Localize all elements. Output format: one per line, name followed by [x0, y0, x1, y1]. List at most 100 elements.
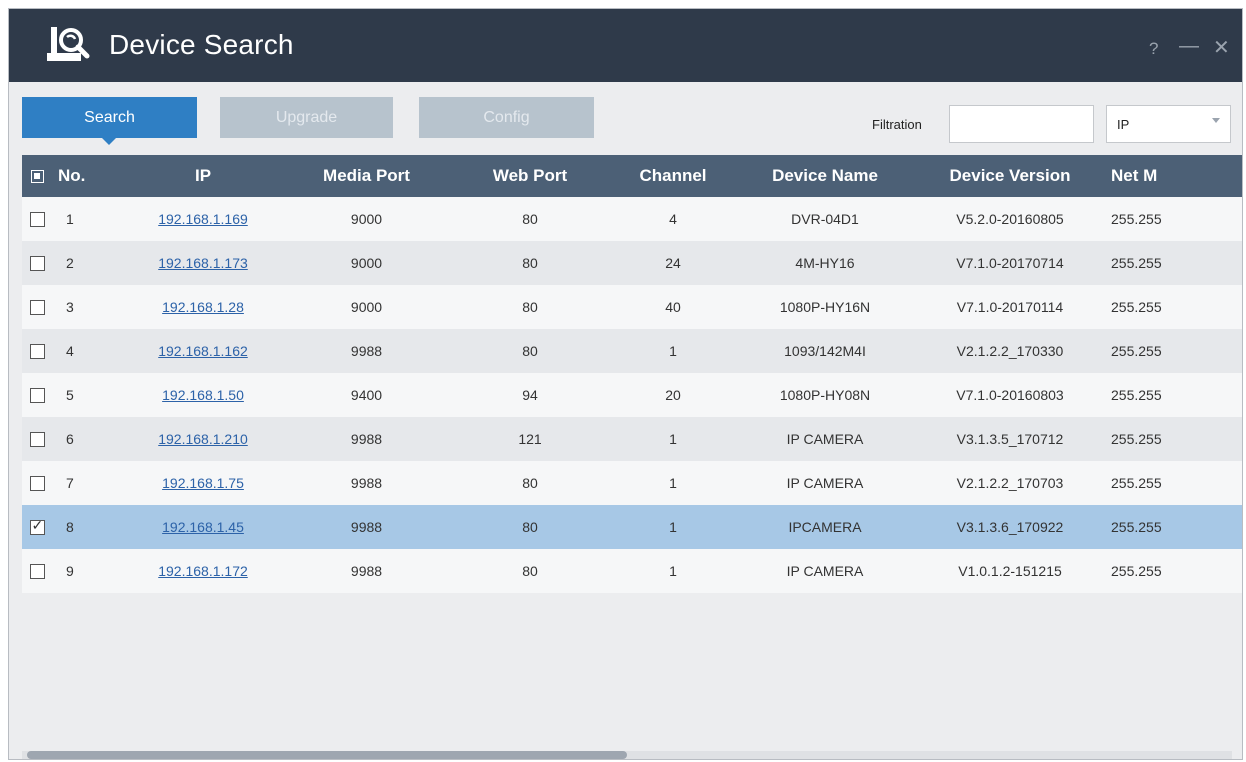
- channel-cell: 1: [669, 563, 677, 579]
- help-icon[interactable]: ?: [1149, 39, 1158, 59]
- web-port-cell: 80: [522, 299, 538, 315]
- table-row[interactable]: 5 192.168.1.50 9400 94 20 1080P-HY08N V7.1.0-2…: [22, 373, 1242, 417]
- device-ip-link[interactable]: 192.168.1.75: [122, 461, 284, 505]
- select-all-checkbox[interactable]: [30, 170, 44, 184]
- row-checkbox[interactable]: [29, 564, 45, 580]
- web-port-cell: 80: [522, 519, 538, 535]
- row-select-cell[interactable]: [22, 373, 52, 417]
- channel-cell: 24: [665, 255, 681, 271]
- net-mask-cell: 255.255: [1111, 211, 1162, 227]
- device-name-cell: 1093/142M4I: [784, 343, 866, 359]
- table-row[interactable]: 8 192.168.1.45 9988 80 1 IPCAMERA V3.1.3.6_170…: [22, 505, 1242, 549]
- device-search-icon: [47, 27, 90, 61]
- select-all-header[interactable]: [22, 155, 52, 197]
- device-version-cell: V7.1.0-20170114: [956, 299, 1064, 315]
- row-select-cell[interactable]: [22, 549, 52, 593]
- device-name-cell: 1080P-HY08N: [779, 387, 871, 403]
- table-row[interactable]: 3 192.168.1.28 9000 80 40 1080P-HY16N V7.1.0-2…: [22, 285, 1242, 329]
- column-header-device-version[interactable]: Device Version: [915, 155, 1105, 197]
- row-checkbox[interactable]: [29, 256, 45, 272]
- table-row[interactable]: 1 192.168.1.169 9000 80 4 DVR-04D1 V5.2.0-2016…: [22, 197, 1242, 241]
- device-ip-link[interactable]: 192.168.1.50: [122, 373, 284, 417]
- device-ip-link[interactable]: 192.168.1.169: [122, 197, 284, 241]
- row-checkbox[interactable]: [29, 388, 45, 404]
- channel-cell: 1: [669, 475, 677, 491]
- channel-cell: 20: [665, 387, 681, 403]
- minimize-icon[interactable]: —: [1179, 35, 1199, 58]
- media-port-cell: 9000: [350, 299, 383, 315]
- row-checkbox[interactable]: [29, 476, 45, 492]
- channel-cell: 40: [665, 299, 681, 315]
- row-select-cell[interactable]: [22, 197, 52, 241]
- row-checkbox[interactable]: [29, 300, 45, 316]
- device-search-window: Device Search ? — ✕ Search Upgrade Confi…: [8, 8, 1243, 760]
- device-name-cell: IPCAMERA: [788, 519, 862, 535]
- row-select-cell[interactable]: [22, 461, 52, 505]
- web-port-cell: 121: [518, 431, 542, 447]
- table-row[interactable]: 2 192.168.1.173 9000 80 24 4M-HY16 V7.1.0-2017…: [22, 241, 1242, 285]
- device-ip-link[interactable]: 192.168.1.210: [122, 417, 284, 461]
- row-checkbox[interactable]: [29, 212, 45, 228]
- row-number: 4: [66, 343, 74, 359]
- table-row[interactable]: 4 192.168.1.162 9988 80 1 1093/142M4I V2.1.2.2…: [22, 329, 1242, 373]
- tab-search[interactable]: Search: [22, 97, 197, 145]
- device-name-cell: IP CAMERA: [786, 475, 864, 491]
- column-header-ip[interactable]: IP: [122, 155, 284, 197]
- device-version-cell: V5.2.0-20160805: [956, 211, 1064, 227]
- web-port-cell: 80: [522, 255, 538, 271]
- device-ip-link[interactable]: 192.168.1.45: [122, 505, 284, 549]
- tab-upgrade[interactable]: Upgrade: [220, 97, 393, 138]
- device-ip-link[interactable]: 192.168.1.162: [122, 329, 284, 373]
- column-header-channel[interactable]: Channel: [611, 155, 735, 197]
- filtration-label: Filtration: [872, 117, 922, 132]
- device-version-cell: V7.1.0-20160803: [956, 387, 1064, 403]
- media-port-cell: 9988: [350, 343, 383, 359]
- filter-field-select[interactable]: IP: [1106, 105, 1231, 143]
- row-select-cell[interactable]: [22, 417, 52, 461]
- net-mask-cell: 255.255: [1111, 387, 1162, 403]
- media-port-cell: 9000: [350, 255, 383, 271]
- media-port-cell: 9988: [350, 475, 383, 491]
- tab-config[interactable]: Config: [419, 97, 594, 138]
- column-header-no[interactable]: No.: [52, 155, 122, 197]
- row-checkbox[interactable]: [29, 517, 45, 536]
- row-checkbox[interactable]: [29, 344, 45, 360]
- column-header-net-mask[interactable]: Net M: [1105, 155, 1242, 197]
- device-version-cell: V1.0.1.2-151215: [958, 563, 1062, 579]
- device-version-cell: V7.1.0-20170714: [956, 255, 1064, 271]
- device-name-cell: 4M-HY16: [795, 255, 855, 271]
- filter-field-value: IP: [1117, 117, 1130, 132]
- row-select-cell[interactable]: [22, 329, 52, 373]
- close-icon[interactable]: ✕: [1213, 35, 1230, 60]
- chevron-down-icon: [1212, 118, 1220, 123]
- net-mask-cell: 255.255: [1111, 519, 1162, 535]
- device-ip-link[interactable]: 192.168.1.172: [122, 549, 284, 593]
- row-select-cell[interactable]: [22, 505, 52, 549]
- table-row[interactable]: 9 192.168.1.172 9988 80 1 IP CAMERA V1.0.1.2-1…: [22, 549, 1242, 593]
- column-header-device-name[interactable]: Device Name: [735, 155, 915, 197]
- device-version-cell: V2.1.2.2_170703: [956, 475, 1064, 491]
- device-table: No. IP Media Port Web Port Channel Devic…: [22, 155, 1242, 593]
- column-header-web-port[interactable]: Web Port: [449, 155, 611, 197]
- table-row[interactable]: 7 192.168.1.75 9988 80 1 IP CAMERA V2.1.2.2_17…: [22, 461, 1242, 505]
- device-name-cell: IP CAMERA: [786, 431, 864, 447]
- row-select-cell[interactable]: [22, 285, 52, 329]
- web-port-cell: 80: [522, 475, 538, 491]
- row-number: 5: [66, 387, 74, 403]
- row-number: 2: [66, 255, 74, 271]
- channel-cell: 1: [669, 519, 677, 535]
- row-select-cell[interactable]: [22, 241, 52, 285]
- column-header-media-port[interactable]: Media Port: [284, 155, 449, 197]
- device-ip-link[interactable]: 192.168.1.28: [122, 285, 284, 329]
- channel-cell: 4: [669, 211, 677, 227]
- horizontal-scrollbar[interactable]: [22, 751, 1232, 759]
- scrollbar-thumb[interactable]: [27, 751, 627, 759]
- table-row[interactable]: 6 192.168.1.210 9988 121 1 IP CAMERA V3.1.3.5_…: [22, 417, 1242, 461]
- title-bar[interactable]: Device Search ? — ✕: [9, 9, 1242, 82]
- row-checkbox[interactable]: [29, 432, 45, 448]
- device-version-cell: V2.1.2.2_170330: [956, 343, 1064, 359]
- media-port-cell: 9400: [350, 387, 383, 403]
- filtration-input[interactable]: [949, 105, 1094, 143]
- channel-cell: 1: [669, 343, 677, 359]
- device-ip-link[interactable]: 192.168.1.173: [122, 241, 284, 285]
